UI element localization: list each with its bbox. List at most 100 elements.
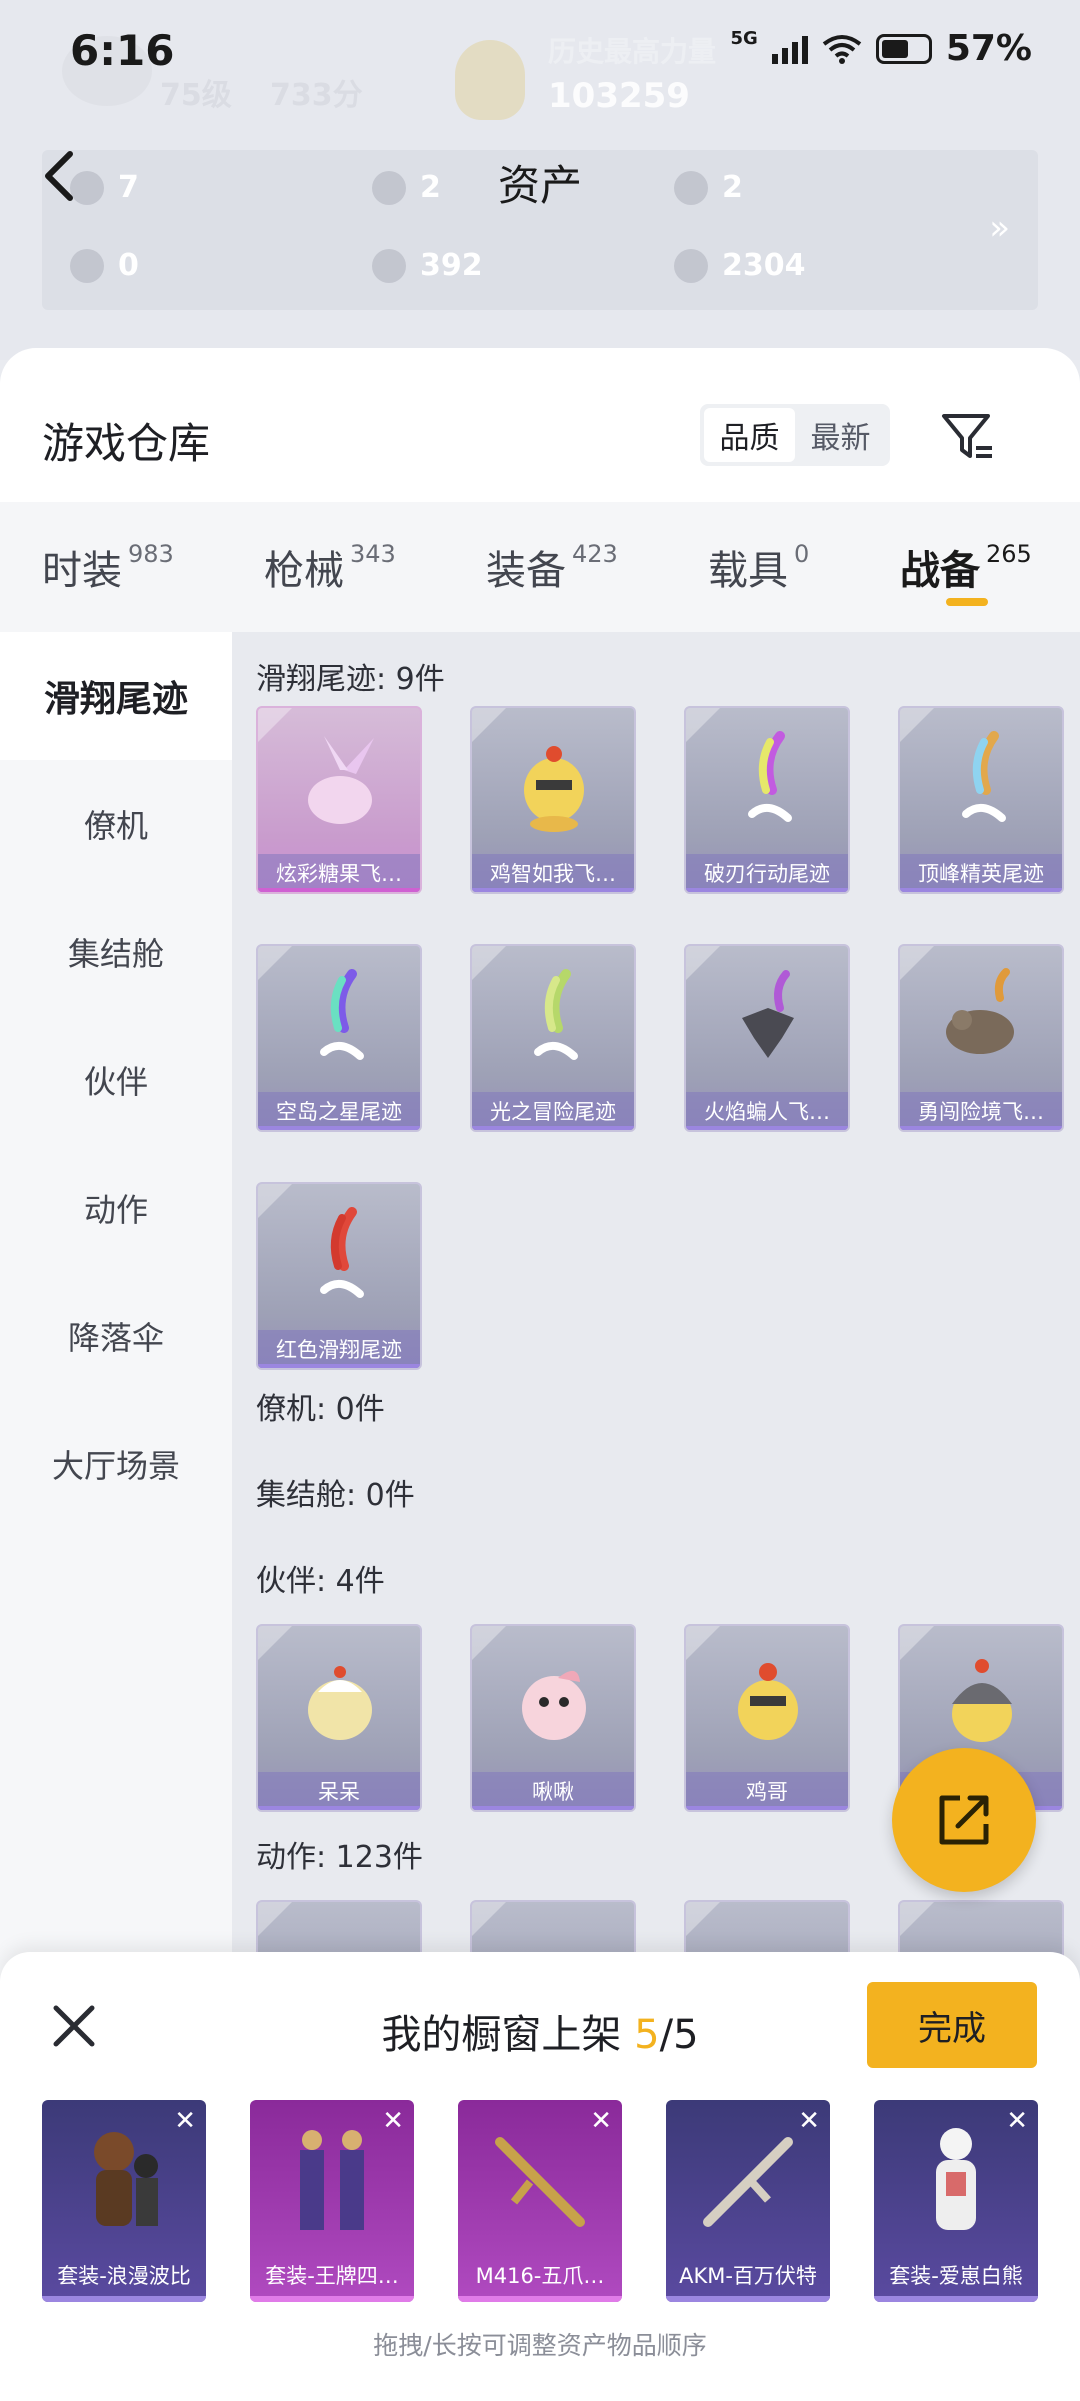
showcase-item[interactable]: ✕ 套装-浪漫波比 bbox=[42, 2100, 206, 2302]
item-tile[interactable]: 啾啾 bbox=[470, 1624, 636, 1812]
remove-icon[interactable]: ✕ bbox=[382, 2106, 404, 2136]
tab-battle-prep[interactable]: 战备 265 bbox=[900, 538, 1032, 596]
remove-icon[interactable]: ✕ bbox=[174, 2106, 196, 2136]
page-header: 资产 bbox=[0, 140, 1080, 220]
sidebar-item-trail[interactable]: 滑翔尾迹 bbox=[0, 632, 232, 760]
chick-partner-icon bbox=[308, 1666, 372, 1740]
sidebar-item-wingman[interactable]: 僚机 bbox=[0, 760, 232, 888]
chicken-trail-icon bbox=[524, 746, 584, 832]
wifi-icon bbox=[822, 34, 862, 64]
remove-icon[interactable]: ✕ bbox=[798, 2106, 820, 2136]
smoke-trail-icon bbox=[320, 969, 364, 1060]
share-icon bbox=[939, 1795, 989, 1845]
coin-icon bbox=[674, 248, 708, 283]
item-tile[interactable]: 顶峰精英尾迹 bbox=[898, 706, 1064, 894]
item-name: 光之冒险尾迹 bbox=[472, 1092, 634, 1130]
warehouse-title: 游戏仓库 bbox=[42, 419, 211, 468]
reorder-hint: 拖拽/长按可调整资产物品顺序 bbox=[373, 2331, 707, 2360]
battery-percent: 57% bbox=[945, 28, 1032, 69]
sort-toggle: 品质 最新 bbox=[700, 404, 890, 466]
showcase-panel: 我的橱窗上架 5/5 完成 ✕ 套装-浪漫波比 ✕ 套装-王牌四… ✕ M416… bbox=[0, 1952, 1080, 2401]
item-tile[interactable]: 鸡哥 bbox=[684, 1624, 850, 1812]
filter-icon bbox=[942, 414, 992, 458]
asset-item: 392 bbox=[372, 248, 483, 283]
smoke-trail-icon bbox=[748, 731, 792, 822]
item-name: 顶峰精英尾迹 bbox=[900, 854, 1062, 892]
showcase-item-name: 套装-王牌四… bbox=[265, 2264, 399, 2288]
section-title-emote: 动作: 123件 bbox=[256, 1840, 423, 1875]
showcase-count: 5 bbox=[634, 2012, 660, 2058]
sidebar-item-pod[interactable]: 集结舱 bbox=[0, 888, 232, 1016]
tab-vehicles[interactable]: 载具 0 bbox=[708, 538, 809, 596]
asset-item: 2304 bbox=[674, 248, 806, 283]
smoke-trail-icon bbox=[320, 1207, 364, 1298]
network-type: 5G bbox=[730, 28, 758, 49]
status-icons: 5G 57% bbox=[731, 28, 1032, 69]
akm-rifle-icon bbox=[703, 2137, 793, 2227]
sort-quality-button[interactable]: 品质 bbox=[704, 408, 795, 462]
battery-icon bbox=[875, 33, 932, 64]
signal-icon bbox=[771, 34, 808, 64]
item-tile[interactable]: 呆呆 bbox=[256, 1624, 422, 1812]
item-name: 啾啾 bbox=[472, 1772, 634, 1810]
item-tile[interactable]: 火焰蝙人飞… bbox=[684, 944, 850, 1132]
m416-rifle-icon bbox=[495, 2137, 585, 2227]
tab-fashion[interactable]: 时装 983 bbox=[42, 538, 174, 596]
pink-bird-partner-icon bbox=[522, 1670, 586, 1740]
item-tile[interactable]: 勇闯险境飞… bbox=[898, 944, 1064, 1132]
bear-outfit-icon bbox=[94, 2132, 158, 2226]
category-tabs: 时装 983 枪械 343 装备 423 载具 0 战备 265 bbox=[0, 502, 1080, 632]
sidebar-item-emote[interactable]: 动作 bbox=[0, 1144, 232, 1272]
showcase-item[interactable]: ✕ 套装-爱崽白熊 bbox=[874, 2100, 1038, 2302]
done-button[interactable]: 完成 bbox=[867, 1982, 1037, 2068]
item-tile[interactable]: 光之冒险尾迹 bbox=[470, 944, 636, 1132]
tab-guns[interactable]: 枪械 343 bbox=[264, 538, 396, 596]
showcase-item-name: M416-五爪… bbox=[475, 2264, 605, 2288]
candy-trail-icon bbox=[308, 736, 374, 824]
showcase-item[interactable]: ✕ 套装-王牌四… bbox=[250, 2100, 414, 2302]
active-tab-indicator bbox=[946, 598, 988, 606]
showcase-item[interactable]: ✕ AKM-百万伏特 bbox=[666, 2100, 830, 2302]
showcase-total: /5 bbox=[659, 2012, 699, 2058]
item-name: 炫彩糖果飞… bbox=[258, 854, 420, 892]
item-name: 破刃行动尾迹 bbox=[686, 854, 848, 892]
batman-trail-icon bbox=[742, 970, 794, 1058]
filter-button[interactable] bbox=[940, 410, 996, 466]
section-title-wingman: 僚机: 0件 bbox=[256, 1392, 385, 1427]
status-bar: 6:16 5G 57% bbox=[0, 0, 1080, 100]
item-name: 红色滑翔尾迹 bbox=[258, 1330, 420, 1368]
helmet-chick-partner-icon bbox=[952, 1659, 1012, 1742]
smoke-trail-icon bbox=[534, 969, 578, 1060]
sidebar-item-partner[interactable]: 伙伴 bbox=[0, 1016, 232, 1144]
sidebar-item-parachute[interactable]: 降落伞 bbox=[0, 1272, 232, 1400]
chicken-partner-icon bbox=[738, 1663, 798, 1740]
showcase-item-name: AKM-百万伏特 bbox=[679, 2264, 817, 2288]
item-tile[interactable]: 破刃行动尾迹 bbox=[684, 706, 850, 894]
share-button[interactable] bbox=[892, 1748, 1036, 1892]
item-tile[interactable]: 空岛之星尾迹 bbox=[256, 944, 422, 1132]
showcase-item[interactable]: ✕ M416-五爪… bbox=[458, 2100, 622, 2302]
item-name: 勇闯险境飞… bbox=[900, 1092, 1062, 1130]
asset-item: 0 bbox=[70, 248, 139, 283]
item-name: 空岛之星尾迹 bbox=[258, 1092, 420, 1130]
item-tile[interactable]: 炫彩糖果飞… bbox=[256, 706, 422, 894]
item-name: 火焰蝙人飞… bbox=[686, 1092, 848, 1130]
tab-equipment[interactable]: 装备 423 bbox=[486, 538, 618, 596]
showcase-item-name: 套装-浪漫波比 bbox=[57, 2264, 191, 2288]
remove-icon[interactable]: ✕ bbox=[590, 2106, 612, 2136]
item-tile[interactable]: 红色滑翔尾迹 bbox=[256, 1182, 422, 1370]
item-name: 鸡智如我飞… bbox=[472, 854, 634, 892]
item-tile[interactable]: 鸡智如我飞… bbox=[470, 706, 636, 894]
card-icon bbox=[70, 248, 104, 283]
coin-icon bbox=[372, 248, 406, 283]
showcase-item-name: 套装-爱崽白熊 bbox=[889, 2264, 1023, 2288]
sort-newest-button[interactable]: 最新 bbox=[795, 408, 886, 462]
ace-outfit-icon bbox=[300, 2130, 364, 2230]
smoke-trail-icon bbox=[962, 731, 1006, 822]
beast-trail-icon bbox=[946, 968, 1014, 1054]
sidebar-item-lobby[interactable]: 大厅场景 bbox=[0, 1400, 232, 1528]
polar-bear-outfit-icon bbox=[936, 2128, 976, 2230]
section-title-partner: 伙伴: 4件 bbox=[256, 1564, 385, 1599]
item-name: 鸡哥 bbox=[686, 1772, 848, 1810]
remove-icon[interactable]: ✕ bbox=[1006, 2106, 1028, 2136]
